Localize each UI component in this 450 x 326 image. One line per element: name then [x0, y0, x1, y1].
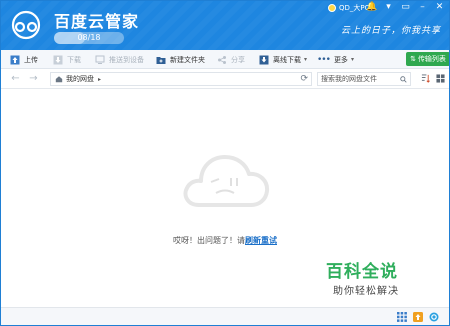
chevron-down-icon: ▾	[350, 56, 354, 63]
user-menu[interactable]: QD_大PO	[328, 3, 370, 13]
share-icon	[218, 55, 226, 64]
home-icon	[55, 76, 63, 83]
watermark-title: 百科全说	[326, 262, 398, 282]
storage-quota-text: 08/18	[77, 33, 101, 42]
watermark-subtitle: 助你轻松解决	[333, 286, 399, 297]
download-label: 下载	[67, 55, 81, 64]
download-icon	[53, 55, 63, 64]
transfer-arrows-icon: ⇅	[410, 55, 416, 63]
search-input[interactable]: 搜索我的网盘文件	[317, 72, 411, 86]
breadcrumb-separator-icon[interactable]: ▸	[98, 76, 101, 83]
breadcrumb-root[interactable]: 我的网盘	[66, 74, 94, 84]
title-bar: 百度云管家 08/18 QD_大PO 🔔 ▾ ▭ – ✕ 云上的日子，你我共享	[1, 1, 449, 50]
forward-arrow-icon[interactable]: →	[28, 73, 39, 84]
close-icon[interactable]: ✕	[434, 2, 445, 13]
search-placeholder: 搜索我的网盘文件	[321, 75, 377, 83]
status-bar	[1, 307, 449, 325]
navigation-bar: ← → 我的网盘 ▸ ⟳ 搜索我的网盘文件	[1, 69, 449, 89]
new-folder-icon	[156, 56, 166, 64]
sort-icon[interactable]	[421, 74, 430, 83]
sync-status-icon[interactable]	[429, 312, 439, 322]
settings-menu-icon[interactable]: ▾	[383, 2, 394, 13]
error-text: 哎呀！出问题了！请	[173, 236, 245, 245]
app-window: 百度云管家 08/18 QD_大PO 🔔 ▾ ▭ – ✕ 云上的日子，你我共享 …	[0, 0, 450, 326]
new-folder-button[interactable]: 新建文件夹	[156, 53, 205, 66]
upload-icon	[10, 55, 20, 64]
back-arrow-icon[interactable]: ←	[10, 73, 21, 84]
skin-icon[interactable]: ▭	[400, 2, 411, 13]
refresh-icon[interactable]: ⟳	[300, 74, 308, 84]
chevron-down-icon: ▾	[304, 56, 308, 63]
search-icon	[400, 76, 407, 83]
grid-view-icon[interactable]	[436, 74, 445, 83]
offline-download-icon	[259, 55, 269, 64]
minimize-icon[interactable]: –	[417, 2, 428, 13]
upload-label: 上传	[24, 55, 38, 64]
breadcrumb[interactable]: 我的网盘 ▸ ⟳	[50, 72, 312, 86]
push-device-label: 推送到设备	[109, 55, 144, 64]
sad-cloud-icon	[183, 155, 270, 207]
transfer-list-label: 传输列表	[417, 55, 446, 63]
storage-quota-bar[interactable]: 08/18	[54, 32, 124, 44]
push-device-button[interactable]: 推送到设备	[95, 53, 144, 66]
error-message: 哎呀！出问题了！请刷新重试	[1, 235, 449, 246]
download-button[interactable]: 下载	[53, 53, 81, 66]
avatar	[328, 4, 336, 12]
transfer-list-button[interactable]: ⇅ 传输列表	[406, 52, 449, 66]
more-dots-icon: •••	[317, 54, 331, 65]
upload-status-icon[interactable]	[413, 312, 423, 322]
share-button[interactable]: 分享	[217, 53, 245, 66]
new-folder-label: 新建文件夹	[170, 55, 205, 64]
device-icon	[95, 55, 105, 64]
slogan: 云上的日子，你我共享	[341, 26, 442, 36]
window-controls: 🔔 ▾ ▭ – ✕	[366, 2, 445, 13]
app-title: 百度云管家	[54, 12, 140, 31]
refresh-retry-link[interactable]: 刷新重试	[245, 236, 277, 245]
baidu-cloud-logo-icon	[11, 10, 41, 40]
more-button[interactable]: ••• 更多 ▾	[317, 53, 354, 66]
more-label: 更多	[333, 55, 348, 64]
bell-icon[interactable]: 🔔	[366, 2, 377, 13]
upload-button[interactable]: 上传	[10, 53, 38, 66]
offline-download-button[interactable]: 离线下载 ▾	[259, 53, 307, 66]
offline-download-label: 离线下载	[273, 55, 301, 64]
apps-grid-icon[interactable]	[397, 312, 407, 322]
share-label: 分享	[231, 55, 245, 64]
toolbar: 上传 下载 推送到设备 新建文件夹 分享 离线下载 ▾ ••• 更多 ▾	[1, 50, 449, 69]
